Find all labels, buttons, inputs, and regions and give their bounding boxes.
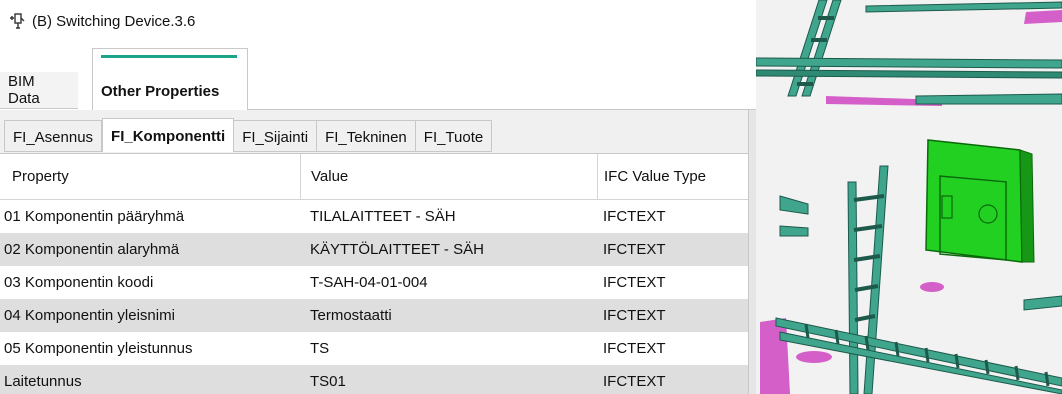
property-set-area: FI_Asennus FI_Komponentti FI_Sijainti FI… bbox=[0, 110, 756, 394]
column-header-property[interactable]: Property bbox=[0, 168, 300, 185]
property-name-cell: 01 Komponentin pääryhmä bbox=[4, 208, 185, 225]
table-row[interactable]: 03 Komponentin koodi T-SAH-04-01-004 IFC… bbox=[0, 266, 748, 299]
tab-fi-sijainti[interactable]: FI_Sijainti bbox=[234, 120, 318, 152]
property-set-tabs: FI_Asennus FI_Komponentti FI_Sijainti FI… bbox=[4, 118, 493, 152]
3d-model-scene bbox=[756, 0, 1062, 394]
cable-tray-upper bbox=[756, 57, 1062, 69]
table-row[interactable]: 02 Komponentin alaryhmä KÄYTTÖLAITTEET -… bbox=[0, 233, 748, 266]
3d-model-viewport[interactable] bbox=[756, 0, 1062, 394]
window-title: (B) Switching Device.3.6 bbox=[32, 12, 196, 30]
column-header-value[interactable]: Value bbox=[300, 154, 597, 199]
property-value-cell: TS01 bbox=[310, 373, 346, 390]
magenta-slab-bottom bbox=[760, 318, 790, 394]
window-title-bar: (B) Switching Device.3.6 bbox=[8, 10, 195, 32]
property-value-cell: TILALAITTEET - SÄH bbox=[310, 208, 456, 225]
table-header-row: Property Value IFC Value Type bbox=[0, 154, 748, 200]
properties-panel: (B) Switching Device.3.6 BIM Data Other … bbox=[0, 0, 756, 394]
property-value-cell: T-SAH-04-01-004 bbox=[310, 274, 428, 291]
ifc-type-cell: IFCTEXT bbox=[603, 340, 666, 357]
ifc-type-cell: IFCTEXT bbox=[603, 241, 666, 258]
tab-fi-asennus[interactable]: FI_Asennus bbox=[4, 120, 103, 152]
tab-fi-tekninen[interactable]: FI_Tekninen bbox=[317, 120, 416, 152]
property-name-cell: Laitetunnus bbox=[4, 373, 82, 390]
property-value-cell: Termostaatti bbox=[310, 307, 392, 324]
property-name-cell: 04 Komponentin yleisnimi bbox=[4, 307, 175, 324]
ifc-type-cell: IFCTEXT bbox=[603, 274, 666, 291]
tab-other-properties-label: Other Properties bbox=[101, 83, 220, 100]
main-tab-bar: BIM Data Other Properties bbox=[0, 44, 756, 110]
active-tab-indicator bbox=[101, 55, 237, 58]
magenta-cutout bbox=[796, 351, 832, 363]
property-value-cell: KÄYTTÖLAITTEET - SÄH bbox=[310, 241, 484, 258]
vertical-scrollbar[interactable] bbox=[748, 110, 756, 394]
table-row[interactable]: 04 Komponentin yleisnimi Termostaatti IF… bbox=[0, 299, 748, 332]
property-name-cell: 05 Komponentin yleistunnus bbox=[4, 340, 193, 357]
column-header-ifc-value-type[interactable]: IFC Value Type bbox=[597, 154, 748, 199]
table-row[interactable]: 05 Komponentin yleistunnus TS IFCTEXT bbox=[0, 332, 748, 365]
tab-other-properties[interactable]: Other Properties bbox=[92, 48, 248, 110]
table-row[interactable]: 01 Komponentin pääryhmä TILALAITTEET - S… bbox=[0, 200, 748, 233]
property-name-cell: 02 Komponentin alaryhmä bbox=[4, 241, 180, 258]
ifc-type-cell: IFCTEXT bbox=[603, 307, 666, 324]
magenta-slab-top bbox=[1024, 10, 1062, 24]
tray-stub bbox=[779, 225, 809, 237]
property-value-cell: TS bbox=[310, 340, 330, 357]
ifc-type-cell: IFCTEXT bbox=[603, 208, 666, 225]
cable-tray-right bbox=[915, 93, 1062, 105]
magenta-cutout bbox=[920, 282, 944, 292]
selected-thermostat[interactable] bbox=[925, 139, 1035, 263]
cable-tray-upper-lip bbox=[756, 69, 1062, 79]
property-grid: Property Value IFC Value Type 01 Kompone… bbox=[0, 153, 748, 394]
tab-bim-data[interactable]: BIM Data bbox=[0, 72, 78, 109]
switching-device-icon bbox=[10, 13, 25, 29]
table-row[interactable]: Laitetunnus TS01 IFCTEXT bbox=[0, 365, 748, 394]
property-name-cell: 03 Komponentin koodi bbox=[4, 274, 154, 291]
tab-fi-komponentti[interactable]: FI_Komponentti bbox=[102, 118, 235, 152]
ifc-type-cell: IFCTEXT bbox=[603, 373, 666, 390]
tab-fi-tuote[interactable]: FI_Tuote bbox=[415, 120, 493, 152]
